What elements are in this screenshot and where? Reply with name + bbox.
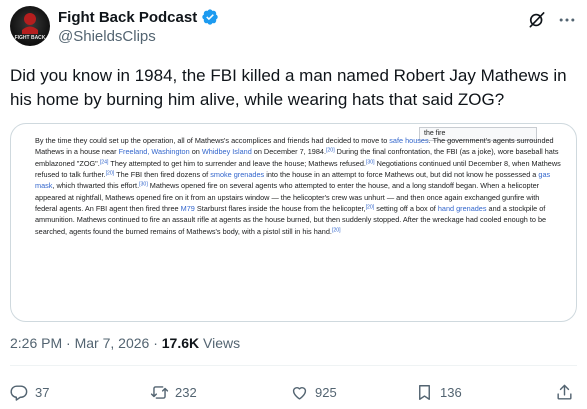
citation-ref[interactable]: [30] bbox=[139, 182, 148, 188]
tweet-media-image[interactable]: the fire By the time they could set up t… bbox=[10, 123, 577, 322]
wiki-article-excerpt: By the time they could set up the operat… bbox=[35, 135, 563, 237]
wiki-link[interactable]: M79 bbox=[181, 204, 195, 213]
wiki-text-run: By the time they could set up the operat… bbox=[35, 136, 390, 145]
citation-ref[interactable]: [20] bbox=[326, 148, 335, 154]
repost-icon bbox=[150, 385, 169, 399]
like-icon bbox=[292, 386, 307, 400]
meta-separator: · bbox=[66, 335, 71, 351]
wiki-link[interactable]: smoke grenades bbox=[210, 170, 264, 179]
grok-icon[interactable] bbox=[527, 10, 547, 30]
wiki-text-run: setting off a box of bbox=[374, 204, 438, 214]
wiki-link[interactable]: safe houses bbox=[389, 136, 428, 145]
like-count: 925 bbox=[315, 384, 337, 400]
meta-separator: · bbox=[153, 335, 158, 351]
views-label: Views bbox=[203, 335, 241, 351]
wiki-text-run: The FBI then fired dozens of bbox=[114, 170, 211, 180]
avatar-text: FIGHT BACK bbox=[15, 35, 46, 41]
wiki-text-run: on bbox=[189, 147, 202, 157]
tweet-time[interactable]: 2:26 PM bbox=[10, 335, 62, 351]
avatar[interactable]: FIGHT BACK bbox=[10, 6, 50, 46]
verified-badge-icon bbox=[202, 9, 218, 25]
tweet-text: Did you know in 1984, the FBI killed a m… bbox=[10, 66, 567, 109]
handle[interactable]: @ShieldsClips bbox=[58, 28, 156, 45]
citation-ref[interactable]: [30] bbox=[366, 159, 375, 165]
reply-button[interactable]: 37 bbox=[10, 378, 49, 406]
action-bar: 37 232 925 136 bbox=[10, 378, 577, 406]
wiki-text-run: Starburst flares inside the house from t… bbox=[194, 204, 366, 214]
bookmark-icon bbox=[419, 384, 430, 400]
display-name[interactable]: Fight Back Podcast bbox=[58, 9, 197, 26]
repost-button[interactable]: 232 bbox=[150, 378, 197, 406]
avatar-logo: FIGHT BACK bbox=[15, 13, 46, 41]
citation-ref[interactable]: [20] bbox=[106, 171, 115, 177]
tweet-date[interactable]: Mar 7, 2026 bbox=[75, 335, 150, 351]
citation-ref[interactable]: [20] bbox=[332, 227, 341, 233]
wiki-text-run: on December 7, 1984. bbox=[251, 147, 326, 157]
share-icon bbox=[557, 384, 572, 400]
views-count: 17.6K bbox=[161, 335, 200, 351]
wiki-text-run: into the house in an attempt to force Ma… bbox=[264, 170, 539, 180]
more-icon[interactable] bbox=[557, 10, 577, 30]
wiki-link[interactable]: hand grenades bbox=[438, 204, 487, 213]
citation-ref[interactable]: [20] bbox=[366, 205, 375, 211]
repost-count: 232 bbox=[175, 384, 197, 400]
wiki-text-run: They attempted to get him to surrender a… bbox=[108, 158, 366, 168]
bookmark-button[interactable]: 136 bbox=[415, 378, 462, 406]
divider bbox=[10, 365, 577, 366]
share-button[interactable] bbox=[555, 378, 574, 406]
wiki-link[interactable]: Whidbey Island bbox=[202, 147, 252, 156]
tweet-meta: 2:26 PM · Mar 7, 2026 · 17.6K Views bbox=[10, 335, 240, 351]
bookmark-count: 136 bbox=[440, 384, 462, 400]
reply-icon bbox=[10, 384, 28, 401]
reply-count: 37 bbox=[35, 384, 50, 400]
like-button[interactable]: 925 bbox=[290, 378, 337, 406]
wiki-text-run: , which thwarted this effort. bbox=[52, 181, 140, 191]
wiki-link[interactable]: Freeland, Washington bbox=[119, 147, 190, 156]
tweet-header: FIGHT BACK Fight Back Podcast @ShieldsCl… bbox=[10, 6, 577, 50]
